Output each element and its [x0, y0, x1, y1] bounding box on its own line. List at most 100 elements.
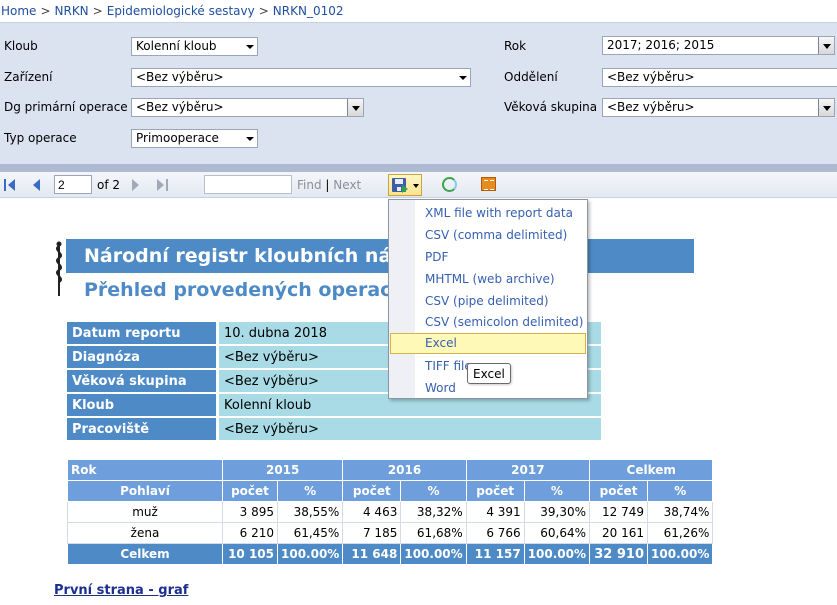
export-button[interactable]	[388, 174, 422, 196]
next-link[interactable]: Next	[333, 178, 361, 192]
breadcrumb-home[interactable]: Home	[1, 4, 36, 18]
vekova-skupina-label: Věková skupina	[504, 100, 598, 114]
export-arrow-icon	[402, 185, 408, 193]
year-header: 2016	[342, 459, 467, 481]
kloub-label: Kloub	[4, 39, 38, 53]
year-header: 2017	[465, 459, 591, 481]
zarizeni-select-value: <Bez výběru>	[136, 70, 224, 84]
percent-header: %	[400, 480, 467, 502]
year-header: 2015	[221, 459, 344, 481]
dg-label: Dg primární operace	[4, 100, 128, 114]
vekova-skupina-select-value: <Bez výběru>	[607, 100, 695, 114]
report-toolbar: of 2 Find | Next	[0, 172, 837, 198]
export-xml[interactable]: XML file with report data	[390, 203, 586, 224]
dg-select-value: <Bez výběru>	[136, 100, 224, 114]
breadcrumb-epidemiology[interactable]: Epidemiologické sestavy	[107, 4, 255, 18]
table-row: žena 6 210 61,45% 7 185 61,68% 6 766 60,…	[67, 522, 714, 544]
breadcrumb: Home > NRKN > Epidemiologické sestavy > NRKN_0…	[0, 0, 837, 22]
table-cell: 38,32%	[400, 501, 467, 523]
last-page-icon[interactable]	[157, 178, 171, 192]
breadcrumb-report[interactable]: NRKN_0102	[273, 4, 344, 18]
table-cell: 11 157	[465, 543, 525, 565]
rok-select[interactable]: 2017; 2016; 2015	[602, 36, 835, 55]
table-cell: 6 766	[465, 522, 525, 544]
year-header: Celkem	[589, 459, 714, 481]
breadcrumb-separator: >	[258, 4, 269, 18]
info-label: Věková skupina	[67, 370, 219, 392]
report-subtitle: Přehled provedených operací dle	[84, 279, 438, 301]
table-cell: 100.00%	[276, 543, 344, 565]
zarizeni-select[interactable]: <Bez výběru>	[131, 68, 471, 87]
table-cell: 100.00%	[647, 543, 714, 565]
oddeleni-label: Oddělení	[504, 70, 558, 84]
table-cell: 61,26%	[647, 522, 714, 544]
chevron-down-icon	[413, 184, 419, 188]
export-mhtml[interactable]: MHTML (web archive)	[390, 269, 586, 290]
table-total-row: Celkem 10 105 100.00% 11 648 100.00% 11 …	[67, 543, 714, 565]
breadcrumb-nrkn[interactable]: NRKN	[55, 4, 89, 18]
refresh-icon[interactable]	[442, 177, 457, 192]
find-input[interactable]	[204, 175, 292, 194]
table-cell: 100.00%	[400, 543, 467, 565]
vekova-skupina-select[interactable]: <Bez výběru>	[602, 98, 835, 117]
rok-header: Rok	[67, 459, 223, 481]
previous-page-icon[interactable]	[33, 178, 47, 192]
next-page-icon[interactable]	[131, 178, 145, 192]
find-separator: |	[325, 178, 330, 192]
find-controls: Find | Next	[297, 178, 361, 192]
export-csv-pipe[interactable]: CSV (pipe delimited)	[390, 291, 586, 312]
table-cell: 61,45%	[276, 522, 344, 544]
chevron-down-icon	[818, 37, 834, 54]
total-label: Celkem	[67, 543, 223, 565]
chevron-down-icon	[347, 99, 363, 116]
first-page-chart-link[interactable]: První strana - graf	[54, 583, 188, 598]
rok-select-value: 2017; 2016; 2015	[607, 38, 715, 52]
table-header-row: Rok 2015 2016 2017 Celkem	[67, 459, 714, 481]
typ-operace-select-value: Primooperace	[136, 131, 219, 145]
row-label: žena	[67, 522, 223, 544]
kloub-select[interactable]: Kolenní kloub	[131, 37, 258, 56]
count-header: počet	[342, 480, 402, 502]
first-page-icon[interactable]	[4, 178, 18, 192]
export-csv-semicolon[interactable]: CSV (semicolon delimited)	[390, 312, 586, 333]
chevron-down-icon	[459, 76, 467, 80]
page-number-input[interactable]	[54, 175, 92, 194]
info-label: Kloub	[67, 394, 219, 416]
zarizeni-label: Zařízení	[4, 70, 53, 84]
panel-splitter[interactable]	[0, 164, 837, 172]
operations-table: Rok 2015 2016 2017 Celkem Pohlaví počet …	[67, 459, 714, 565]
rok-label: Rok	[504, 39, 527, 53]
oddeleni-select-value: <Bez výběru>	[607, 70, 695, 84]
percent-header: %	[647, 480, 714, 502]
info-value: <Bez výběru>	[219, 418, 601, 440]
table-cell: 10 105	[222, 543, 278, 565]
table-cell: 12 749	[589, 501, 649, 523]
page-count: of 2	[97, 178, 121, 192]
table-cell: 4 391	[465, 501, 525, 523]
print-layout-icon[interactable]	[481, 177, 496, 191]
info-row: Pracoviště <Bez výběru>	[67, 418, 601, 440]
info-label: Pracoviště	[67, 418, 219, 440]
table-cell: 38,74%	[647, 501, 714, 523]
info-label: Datum reportu	[67, 322, 219, 344]
parameters-panel: Kloub Kolenní kloub Zařízení <Bez výběru…	[0, 22, 837, 164]
excel-tooltip: Excel	[467, 363, 511, 384]
count-header: počet	[589, 480, 649, 502]
find-link[interactable]: Find	[297, 178, 322, 192]
dg-select[interactable]: <Bez výběru>	[131, 98, 364, 117]
table-subheader-row: Pohlaví počet % počet % počet % počet %	[67, 480, 714, 502]
table-cell: 38,55%	[276, 501, 344, 523]
chevron-down-icon	[246, 137, 254, 141]
typ-operace-label: Typ operace	[4, 131, 77, 145]
oddeleni-select[interactable]: <Bez výběru>	[602, 68, 837, 87]
export-excel[interactable]: Excel	[390, 333, 586, 354]
table-cell: 6 210	[222, 522, 278, 544]
typ-operace-select[interactable]: Primooperace	[131, 129, 258, 148]
export-csv-comma[interactable]: CSV (comma delimited)	[390, 225, 586, 246]
table-cell: 11 648	[342, 543, 402, 565]
table-cell: 61,68%	[400, 522, 467, 544]
count-header: počet	[465, 480, 525, 502]
export-pdf[interactable]: PDF	[390, 247, 586, 268]
table-cell: 60,64%	[523, 522, 591, 544]
table-row: muž 3 895 38,55% 4 463 38,32% 4 391 39,3…	[67, 501, 714, 523]
